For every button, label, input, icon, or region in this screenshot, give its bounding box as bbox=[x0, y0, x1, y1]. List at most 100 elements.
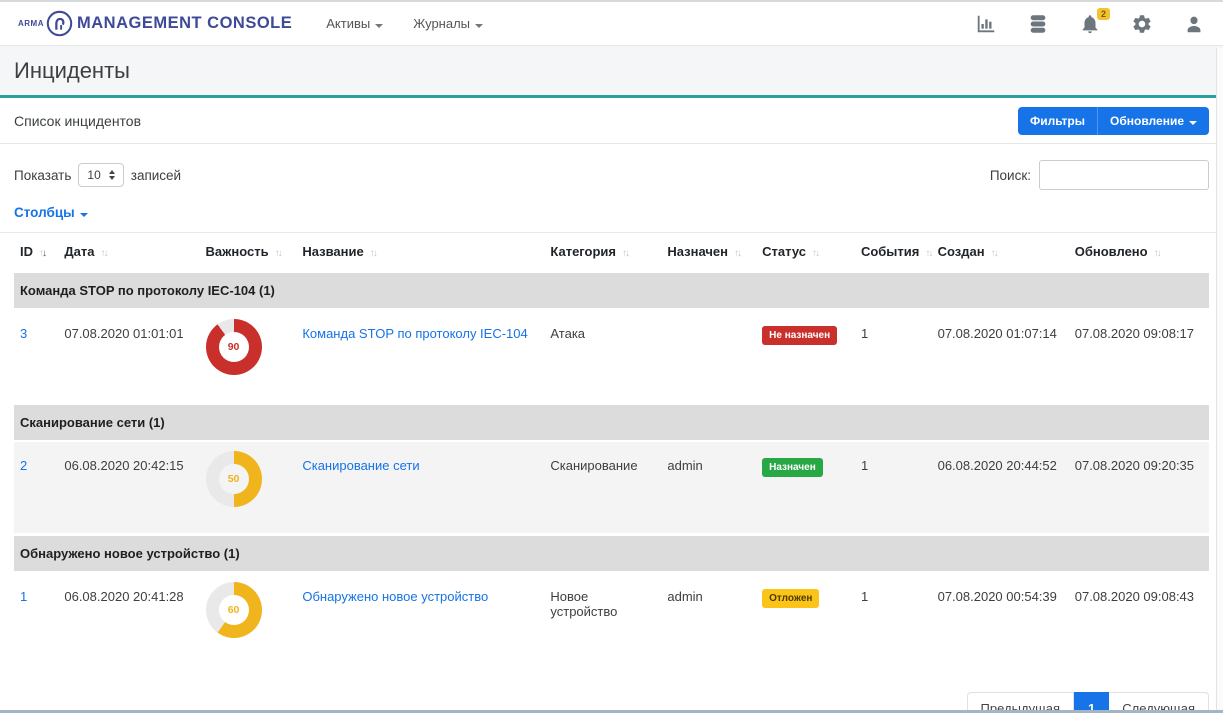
severity-donut: 50 bbox=[206, 451, 262, 507]
table-row: 2 06.08.2020 20:42:15 50 Сканирование се… bbox=[14, 441, 1209, 535]
incident-name-link[interactable]: Команда STOP по протоколу IEC-104 bbox=[302, 326, 527, 341]
incident-id-link[interactable]: 2 bbox=[20, 458, 27, 473]
columns-row: Столбцы bbox=[0, 190, 1223, 233]
column-header-id[interactable]: ID↑↓ bbox=[14, 233, 58, 272]
severity-value: 90 bbox=[228, 341, 240, 353]
header-button-group: Фильтры Обновление bbox=[1018, 107, 1209, 135]
search-label: Поиск: bbox=[990, 168, 1031, 183]
column-header-обновлено[interactable]: Обновлено↑↓ bbox=[1069, 233, 1209, 272]
sort-arrows-icon: ↑↓ bbox=[100, 248, 106, 259]
group-header-row: Сканирование сети (1) bbox=[14, 403, 1209, 441]
table-header-row: ID↑↓Дата↑↓Важность↑↓Название↑↓Категория↑… bbox=[14, 233, 1209, 272]
group-title: Команда STOP по протоколу IEC-104 (1) bbox=[14, 272, 1209, 310]
incident-id-link[interactable]: 3 bbox=[20, 326, 27, 341]
menu-journals-label: Журналы bbox=[413, 16, 470, 31]
user-profile-icon[interactable] bbox=[1183, 13, 1205, 35]
incident-events: 1 bbox=[855, 309, 932, 403]
chevron-down-icon bbox=[80, 205, 88, 220]
table-row: 1 06.08.2020 20:41:28 60 Обнаружено ново… bbox=[14, 572, 1209, 666]
column-header-создан[interactable]: Создан↑↓ bbox=[932, 233, 1069, 272]
incident-category: Новое устройство bbox=[544, 572, 661, 666]
page-size-group: Показать 10 записей bbox=[14, 163, 181, 187]
dashboard-chart-icon[interactable] bbox=[975, 13, 997, 35]
chevron-down-icon bbox=[475, 16, 483, 31]
severity-value: 60 bbox=[228, 604, 240, 616]
search-group: Поиск: bbox=[990, 160, 1209, 190]
refresh-button-label: Обновление bbox=[1110, 114, 1184, 128]
incident-date: 06.08.2020 20:41:28 bbox=[58, 572, 199, 666]
refresh-button[interactable]: Обновление bbox=[1097, 107, 1209, 135]
incident-updated: 07.08.2020 09:08:43 bbox=[1069, 572, 1209, 666]
page-title: Инциденты bbox=[14, 58, 130, 84]
incidents-tbody: Команда STOP по протоколу IEC-104 (1) 3 … bbox=[14, 272, 1209, 667]
arma-helmet-icon bbox=[46, 10, 73, 37]
column-header-важность[interactable]: Важность↑↓ bbox=[200, 233, 297, 272]
table-footer: Записи с 1 до 3 из 3 записей Предыдущая … bbox=[0, 666, 1223, 713]
incident-date: 06.08.2020 20:42:15 bbox=[58, 441, 199, 535]
filters-button[interactable]: Фильтры bbox=[1018, 107, 1097, 135]
incident-name-link[interactable]: Обнаружено новое устройство bbox=[302, 589, 488, 604]
settings-gear-icon[interactable] bbox=[1131, 13, 1153, 35]
menu-assets-label: Активы bbox=[326, 16, 370, 31]
page-title-band: Инциденты bbox=[0, 46, 1223, 98]
severity-donut: 90 bbox=[206, 319, 262, 375]
scrollbar-track[interactable] bbox=[1216, 48, 1223, 710]
page-size-select[interactable]: 10 bbox=[78, 163, 123, 187]
sort-arrows-icon: ↑↓ bbox=[1154, 248, 1160, 259]
search-input[interactable] bbox=[1039, 160, 1209, 190]
group-title: Обнаружено новое устройство (1) bbox=[14, 535, 1209, 573]
incident-events: 1 bbox=[855, 572, 932, 666]
table-row: 3 07.08.2020 01:01:01 90 Команда STOP по… bbox=[14, 309, 1209, 403]
sort-arrows-icon: ↑↓ bbox=[622, 248, 628, 259]
stepper-arrows-icon bbox=[109, 170, 115, 180]
records-label: записей bbox=[131, 168, 181, 183]
show-label: Показать bbox=[14, 168, 71, 183]
incident-date: 07.08.2020 01:01:01 bbox=[58, 309, 199, 403]
brand-prefix-text: ARMA bbox=[18, 19, 44, 28]
incident-updated: 07.08.2020 09:20:35 bbox=[1069, 441, 1209, 535]
main-menu: Активы Журналы bbox=[326, 16, 483, 31]
incident-created: 06.08.2020 20:44:52 bbox=[932, 441, 1069, 535]
group-header-row: Команда STOP по протоколу IEC-104 (1) bbox=[14, 272, 1209, 310]
sort-arrows-icon: ↑↓ bbox=[991, 248, 997, 259]
column-header-дата[interactable]: Дата↑↓ bbox=[58, 233, 199, 272]
column-header-статус[interactable]: Статус↑↓ bbox=[756, 233, 855, 272]
incidents-table: ID↑↓Дата↑↓Важность↑↓Название↑↓Категория↑… bbox=[14, 233, 1209, 666]
chevron-down-icon bbox=[375, 16, 383, 31]
menu-journals[interactable]: Журналы bbox=[413, 16, 483, 31]
card-header: Список инцидентов Фильтры Обновление bbox=[0, 98, 1223, 144]
top-navbar: ARMA MANAGEMENT CONSOLE Активы Журналы 2 bbox=[0, 2, 1223, 46]
sort-arrows-icon: ↑↓ bbox=[734, 248, 740, 259]
sort-arrows-icon: ↑↓ bbox=[370, 248, 376, 259]
database-icon[interactable] bbox=[1027, 13, 1049, 35]
menu-assets[interactable]: Активы bbox=[326, 16, 383, 31]
incident-events: 1 bbox=[855, 441, 932, 535]
navbar-icons: 2 bbox=[975, 13, 1205, 35]
status-badge: Отложен bbox=[762, 589, 819, 608]
sort-arrows-icon: ↑↓ bbox=[275, 248, 281, 259]
incident-assignee bbox=[661, 309, 756, 403]
incident-updated: 07.08.2020 09:08:17 bbox=[1069, 309, 1209, 403]
sort-arrows-icon: ↑↓ bbox=[925, 248, 931, 259]
page-size-value: 10 bbox=[87, 168, 100, 182]
table-controls: Показать 10 записей Поиск: bbox=[0, 144, 1223, 190]
incident-assignee: admin bbox=[661, 441, 756, 535]
card-title: Список инцидентов bbox=[14, 113, 141, 129]
incident-category: Атака bbox=[544, 309, 661, 403]
incident-id-link[interactable]: 1 bbox=[20, 589, 27, 604]
notifications-badge: 2 bbox=[1097, 8, 1110, 21]
column-header-назначен[interactable]: Назначен↑↓ bbox=[661, 233, 756, 272]
incident-created: 07.08.2020 00:54:39 bbox=[932, 572, 1069, 666]
incident-created: 07.08.2020 01:07:14 bbox=[932, 309, 1069, 403]
column-header-события[interactable]: События↑↓ bbox=[855, 233, 932, 272]
chevron-down-icon bbox=[1184, 114, 1197, 128]
sort-arrows-icon: ↑↓ bbox=[39, 248, 45, 259]
notifications-bell-icon[interactable]: 2 bbox=[1079, 13, 1101, 35]
brand-name: MANAGEMENT CONSOLE bbox=[77, 14, 292, 33]
column-header-название[interactable]: Название↑↓ bbox=[296, 233, 544, 272]
column-header-категория[interactable]: Категория↑↓ bbox=[544, 233, 661, 272]
columns-button[interactable]: Столбцы bbox=[14, 205, 88, 220]
brand-logo[interactable]: ARMA MANAGEMENT CONSOLE bbox=[18, 10, 292, 37]
incident-name-link[interactable]: Сканирование сети bbox=[302, 458, 419, 473]
severity-donut: 60 bbox=[206, 582, 262, 638]
